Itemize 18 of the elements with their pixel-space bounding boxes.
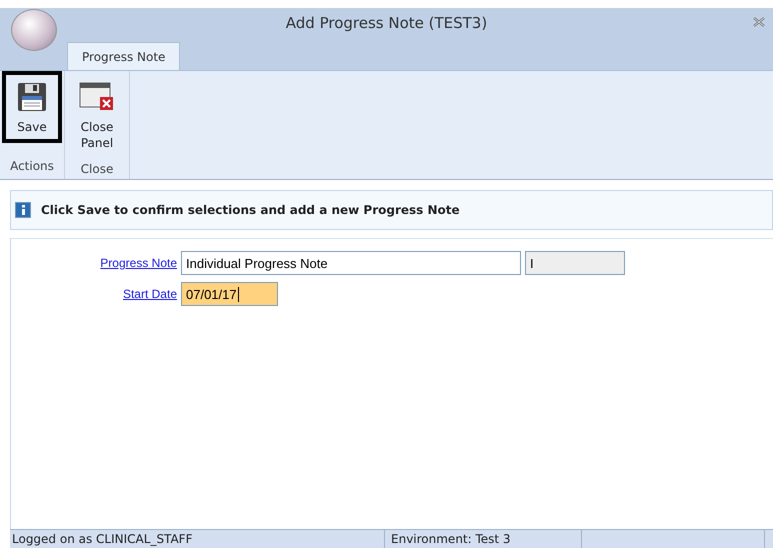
status-text: Environment: Test 3 xyxy=(385,530,582,548)
field-label-link[interactable]: Progress Note xyxy=(11,256,177,270)
ribbon-tab[interactable]: Progress Note xyxy=(67,42,180,70)
input-field[interactable]: Individual Progress Note xyxy=(181,251,521,275)
status-text: Logged on as CLINICAL_STAFF xyxy=(10,530,385,548)
readonly-field: I xyxy=(525,251,625,275)
window-title: Add Progress Note (TEST3) xyxy=(284,14,488,32)
window-close-icon xyxy=(79,81,115,113)
info-icon xyxy=(15,202,31,218)
group-label: Actions xyxy=(10,158,54,175)
info-message: Click Save to confirm selections and add a new Progress Note xyxy=(41,203,460,217)
input-field[interactable]: 07/01/17 xyxy=(181,282,278,306)
app-logo-icon[interactable] xyxy=(11,9,57,51)
ribbon-button[interactable]: Save xyxy=(2,71,62,143)
close-icon[interactable] xyxy=(753,17,765,27)
field-label-link[interactable]: Start Date xyxy=(11,287,177,301)
ribbon-button[interactable]: Close Panel xyxy=(67,71,127,159)
group-label: Close xyxy=(80,161,114,178)
